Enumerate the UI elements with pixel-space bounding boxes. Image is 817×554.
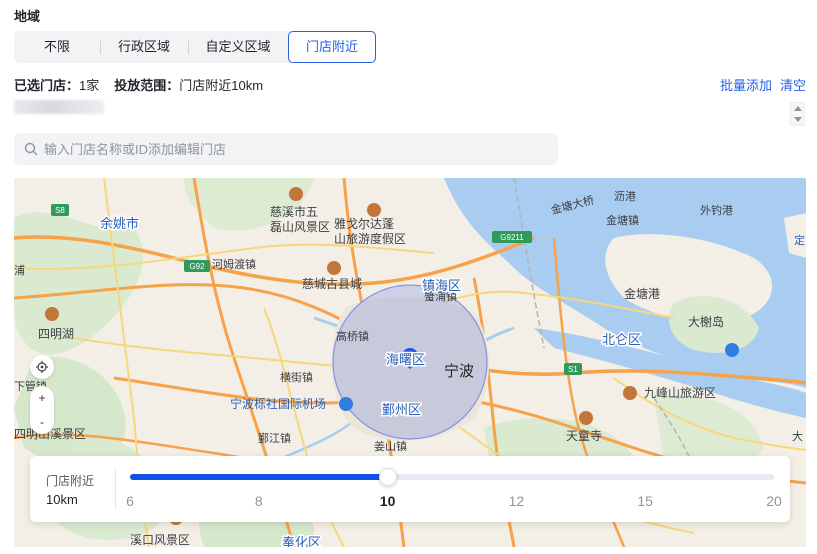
map-label-jiangshan: 姜山镇 bbox=[374, 439, 407, 453]
radius-value: 10km bbox=[46, 492, 78, 507]
crosshair-icon bbox=[36, 361, 48, 373]
map-road-s1: S1 bbox=[568, 365, 578, 374]
radius-slider-thumb[interactable] bbox=[378, 468, 397, 486]
map-label-hemudu: 河姆渡镇 bbox=[212, 257, 256, 271]
tab-unlimited[interactable]: 不限 bbox=[14, 31, 100, 63]
bulk-add-link[interactable]: 批量添加 bbox=[720, 75, 772, 94]
selected-stores-label: 已选门店： bbox=[14, 78, 80, 93]
map-label-beilun: 北仑区 bbox=[602, 332, 641, 347]
radius-tick[interactable]: 12 bbox=[509, 493, 525, 509]
zoom-out-button[interactable]: - bbox=[40, 410, 44, 434]
map-label-siming-lake: 四明湖 bbox=[38, 326, 74, 341]
radius-tick[interactable]: 10 bbox=[380, 493, 396, 509]
radius-tick[interactable]: 20 bbox=[766, 493, 782, 509]
map-label-jintang-port: 金塘港 bbox=[624, 286, 660, 301]
tab-custom-region[interactable]: 自定义区域 bbox=[188, 31, 288, 63]
map-label-hengjie: 横街镇 bbox=[280, 370, 313, 384]
map-label-xikou: 溪口风景区 bbox=[130, 533, 190, 547]
map-road-g9211: G9211 bbox=[500, 233, 524, 242]
map-label-waidiao: 外钓港 bbox=[700, 203, 733, 217]
range-label: 投放范围： bbox=[114, 78, 180, 93]
radius-tick[interactable]: 15 bbox=[637, 493, 653, 509]
scroll-up-icon[interactable] bbox=[794, 106, 802, 111]
radius-divider bbox=[115, 468, 116, 510]
map-label-pu: 浦 bbox=[14, 264, 25, 277]
radius-slider-track[interactable] bbox=[130, 468, 774, 486]
scroll-down-icon[interactable] bbox=[794, 117, 802, 122]
map-zoom-control: + - bbox=[30, 386, 54, 434]
map-locate-button[interactable] bbox=[30, 355, 54, 379]
search-icon bbox=[24, 142, 38, 156]
map-label-jiufeng: 九峰山旅游区 bbox=[644, 386, 716, 400]
store-search-box bbox=[14, 133, 558, 165]
tab-near-store[interactable]: 门店附近 bbox=[288, 31, 376, 63]
map-road-g92: G92 bbox=[189, 262, 205, 271]
map-label-airport: 宁波栎社国际机场 bbox=[230, 396, 326, 411]
map-label-da: 大 bbox=[792, 429, 803, 443]
selected-stores-count: 1家 bbox=[79, 78, 100, 93]
map-label-yinjiang: 鄞江镇 bbox=[258, 431, 291, 445]
map-label-jintang-town: 金塘镇 bbox=[606, 213, 639, 227]
map-label-fenghua: 奉化区 bbox=[282, 535, 321, 547]
store-list-scrollbar[interactable] bbox=[790, 102, 805, 126]
tab-admin-region[interactable]: 行政区域 bbox=[100, 31, 188, 63]
map-label-xiaogang: 沥港 bbox=[614, 190, 636, 203]
map-label-zhenhai: 镇海区 bbox=[422, 278, 461, 293]
selected-store-entry-blurred bbox=[14, 100, 104, 114]
region-type-segmented-control: 不限 行政区域 自定义区域 门店附近 bbox=[14, 31, 376, 63]
map-label-cixi-old-town: 慈城古县城 bbox=[302, 276, 362, 291]
radius-tick[interactable]: 8 bbox=[255, 493, 263, 509]
radius-slider-fill bbox=[130, 474, 388, 480]
map-label-tiantong: 天童寺 bbox=[566, 428, 602, 443]
map-label-yinzhou: 鄞州区 bbox=[382, 402, 421, 417]
selection-summary: 已选门店： 1家 投放范围： 门店附近10km bbox=[14, 75, 263, 94]
clear-link[interactable]: 清空 bbox=[780, 75, 806, 94]
map-label-haishu: 海曙区 bbox=[386, 352, 425, 367]
store-actions: 批量添加 清空 bbox=[720, 75, 806, 94]
map-label-daxie: 大榭岛 bbox=[688, 314, 724, 329]
radius-label: 门店附近 bbox=[46, 474, 95, 488]
map-label-ningbo: 宁波 bbox=[444, 363, 474, 380]
zoom-in-button[interactable]: + bbox=[38, 386, 45, 410]
map-label-gaoqiao: 高桥镇 bbox=[336, 329, 369, 343]
radius-panel: 门店附近 10km 6 8 10 12 15 20 bbox=[30, 456, 790, 522]
map-label-yuyao: 余姚市 bbox=[100, 216, 139, 231]
range-value: 门店附近10km bbox=[179, 78, 264, 93]
map-road-s8: S8 bbox=[55, 206, 65, 215]
store-search-input[interactable] bbox=[44, 141, 524, 157]
region-section-title: 地域 bbox=[14, 9, 41, 24]
radius-tick[interactable]: 6 bbox=[126, 493, 134, 509]
map-label-ding: 定 bbox=[794, 233, 805, 247]
